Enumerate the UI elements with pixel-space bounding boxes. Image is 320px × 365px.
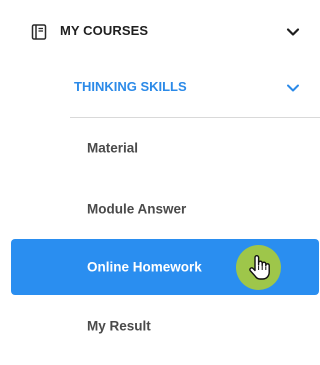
course-thinking-skills[interactable]: THINKING SKILLS: [70, 68, 320, 108]
menu-item-label: Online Homework: [87, 259, 202, 275]
menu-item-online-homework[interactable]: Online Homework: [11, 239, 319, 295]
hand-pointer-icon: [249, 255, 270, 280]
menu-item-module-answer[interactable]: Module Answer: [10, 181, 320, 237]
sidebar-menu: MY COURSES THINKING SKILLS Material Modu…: [0, 0, 320, 365]
menu-item-label: My Result: [87, 318, 151, 334]
my-courses-label: MY COURSES: [60, 23, 149, 38]
chevron-down-icon[interactable]: [286, 81, 300, 95]
menu-item-label: Material: [87, 140, 139, 156]
menu-item-label: Module Answer: [87, 201, 187, 217]
divider: [70, 117, 320, 118]
menu-item-material[interactable]: Material: [10, 120, 320, 176]
chevron-down-icon[interactable]: [286, 25, 300, 39]
menu-item-my-result[interactable]: My Result: [10, 298, 320, 354]
book-icon: [31, 24, 47, 40]
my-courses-header[interactable]: MY COURSES: [0, 12, 320, 52]
course-label: THINKING SKILLS: [74, 79, 187, 94]
